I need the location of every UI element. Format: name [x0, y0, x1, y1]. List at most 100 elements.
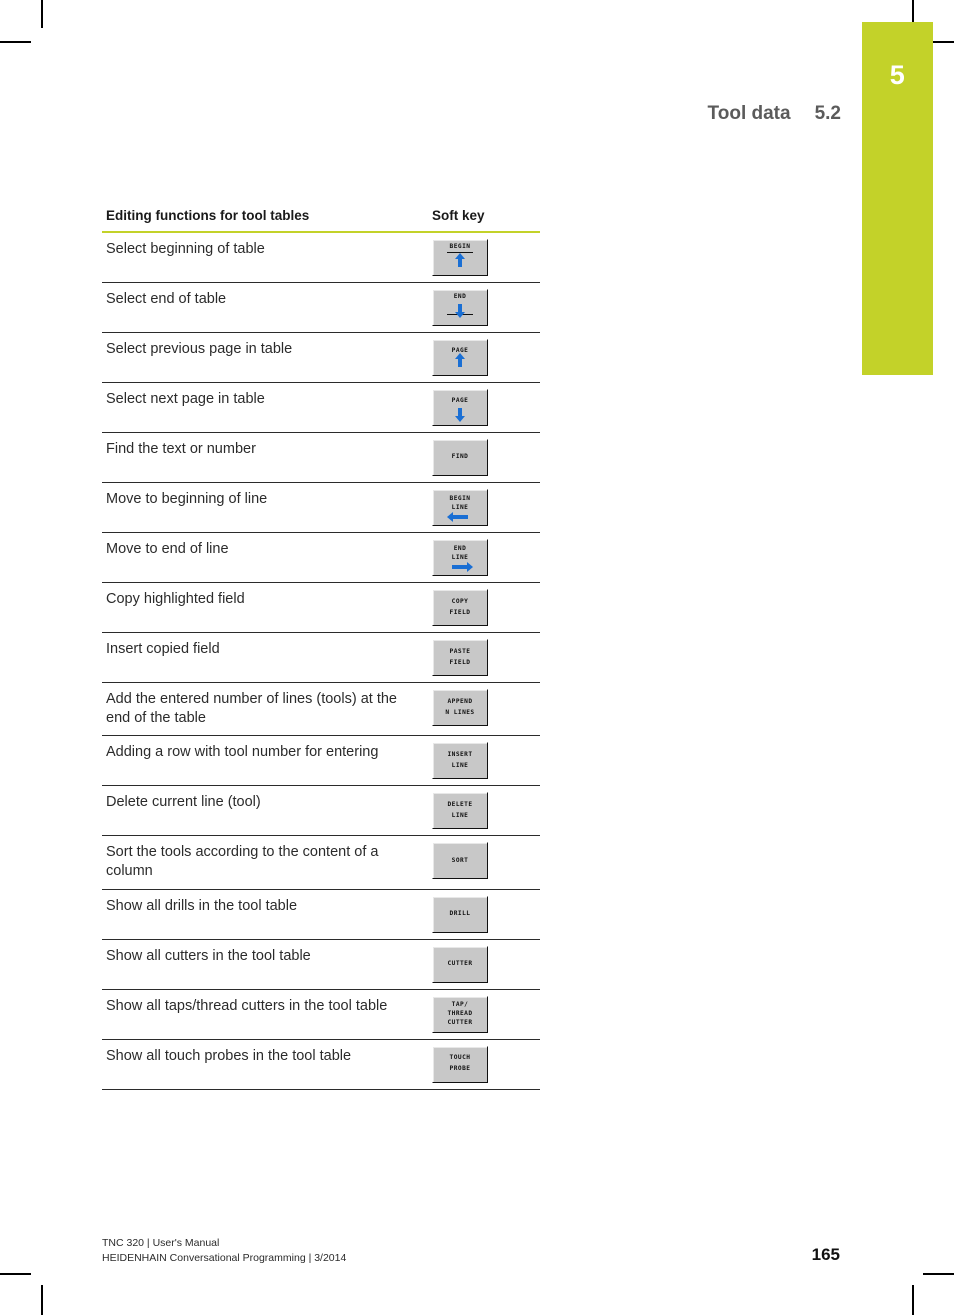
chapter-tab: 5: [862, 22, 933, 375]
begin-line-softkey[interactable]: BEGIN LINE: [432, 489, 488, 526]
row-description: Select beginning of table: [102, 232, 432, 283]
softkey-label-line: SORT: [451, 856, 469, 864]
crop-mark-bottom-right-horizontal: [923, 1273, 954, 1275]
row-softkey-cell: DRILL: [432, 889, 540, 940]
table-row: Copy highlighted field COPY FIELD: [102, 582, 540, 633]
row-description: Show all cutters in the tool table: [102, 939, 432, 990]
row-description: Select end of table: [102, 282, 432, 333]
row-description: Sort the tools according to the content …: [102, 835, 432, 890]
crop-mark-top-left-horizontal: [0, 41, 31, 43]
row-softkey-cell: CUTTER: [432, 939, 540, 990]
row-softkey-cell: PAGE: [432, 332, 540, 383]
softkey-label-line: END: [453, 293, 467, 300]
row-description: Insert copied field: [102, 632, 432, 683]
crop-mark-bottom-left-vertical: [41, 1285, 43, 1315]
row-softkey-cell: END LINE: [432, 532, 540, 583]
crop-mark-top-left-vertical: [41, 0, 43, 28]
softkey-label-line: DELETE: [447, 800, 473, 808]
row-description: Add the entered number of lines (tools) …: [102, 682, 432, 737]
table-row: Show all cutters in the tool table CUTTER: [102, 939, 540, 990]
softkey-label-line: LINE: [451, 812, 469, 820]
arrow-down-icon: [458, 303, 462, 313]
paste-field-softkey[interactable]: PASTE FIELD: [432, 639, 488, 676]
softkey-label-line: FIELD: [449, 608, 471, 616]
row-description: Show all drills in the tool table: [102, 889, 432, 940]
chapter-number: 5: [889, 60, 906, 90]
arrow-up-icon: [458, 257, 462, 267]
tap-thread-cutter-filter-softkey[interactable]: TAP/THREAD CUTTER: [432, 995, 488, 1033]
table-row: Show all taps/thread cutters in the tool…: [102, 989, 540, 1040]
softkey-label-line: TOUCH: [449, 1054, 471, 1062]
find-softkey[interactable]: FIND: [432, 439, 488, 476]
touch-probe-filter-softkey[interactable]: TOUCH PROBE: [432, 1045, 488, 1083]
table-row: Insert copied field PASTE FIELD: [102, 632, 540, 683]
delete-line-softkey[interactable]: DELETE LINE: [432, 792, 488, 830]
table-row: Add the entered number of lines (tools) …: [102, 682, 540, 737]
footer-line-2: HEIDENHAIN Conversational Programming | …: [102, 1251, 347, 1264]
softkey-label-line: LINE: [451, 553, 469, 561]
softkey-label-line: PROBE: [449, 1065, 471, 1073]
row-description: Copy highlighted field: [102, 582, 432, 633]
softkey-label-line: CUTTER: [447, 959, 473, 967]
row-description: Select next page in table: [102, 382, 432, 433]
softkey-label-line: DRILL: [449, 909, 471, 917]
row-description: Adding a row with tool number for enteri…: [102, 735, 432, 787]
arrow-left-icon: [452, 515, 468, 519]
table-body: Select beginning of table BEGIN Select end…: [102, 232, 540, 1090]
running-head-section-number: 5.2: [814, 103, 841, 124]
softkey-label-line: FIND: [451, 453, 469, 461]
row-softkey-cell: BEGIN LINE: [432, 482, 540, 533]
table-row: Select beginning of table BEGIN: [102, 232, 540, 283]
begin-of-table-softkey[interactable]: BEGIN: [432, 239, 488, 276]
row-description: Move to beginning of line: [102, 482, 432, 533]
softkey-label-line: THREAD: [447, 1009, 473, 1017]
softkey-label-line: CUTTER: [447, 1018, 473, 1026]
end-line-softkey[interactable]: END LINE: [432, 539, 488, 576]
softkey-label-line: INSERT: [447, 750, 473, 758]
page-number: 165: [811, 1245, 840, 1264]
editing-functions-table: Editing functions for tool tables Soft k…: [102, 208, 540, 1090]
insert-line-softkey[interactable]: INSERT LINE: [432, 742, 488, 780]
cutter-filter-softkey[interactable]: CUTTER: [432, 945, 488, 983]
row-softkey-cell: FIND: [432, 432, 540, 483]
append-n-lines-softkey[interactable]: APPEND N LINES: [432, 689, 488, 726]
softkey-label-line: COPY: [451, 597, 469, 605]
softkey-label-line: BEGIN: [449, 495, 471, 502]
softkey-label-line: PASTE: [449, 647, 471, 655]
softkey-label-line: LINE: [451, 503, 469, 511]
table-row: Show all touch probes in the tool table T…: [102, 1039, 540, 1090]
row-softkey-cell: APPEND N LINES: [432, 682, 540, 737]
page-down-softkey[interactable]: PAGE: [432, 389, 488, 426]
row-softkey-cell: PASTE FIELD: [432, 632, 540, 683]
softkey-label-line: END: [453, 545, 467, 552]
row-description: Delete current line (tool): [102, 785, 432, 837]
footer-imprint: TNC 320 | User's Manual HEIDENHAIN Conve…: [102, 1236, 346, 1266]
table-row: Select previous page in table PAGE: [102, 332, 540, 383]
row-softkey-cell: TAP/THREAD CUTTER: [432, 989, 540, 1040]
row-description: Show all touch probes in the tool table: [102, 1039, 432, 1090]
table-row: Show all drills in the tool table DRILL: [102, 889, 540, 940]
row-softkey-cell: DELETE LINE: [432, 785, 540, 837]
drill-filter-softkey[interactable]: DRILL: [432, 895, 488, 933]
page-up-softkey[interactable]: PAGE: [432, 339, 488, 376]
row-softkey-cell: BEGIN: [432, 232, 540, 283]
table-row: Sort the tools according to the content …: [102, 835, 540, 890]
row-description: Show all taps/thread cutters in the tool…: [102, 989, 432, 1040]
table-row: Move to end of line END LINE: [102, 532, 540, 583]
softkey-label-line: TAP/: [451, 1000, 469, 1008]
row-description: Select previous page in table: [102, 332, 432, 383]
softkey-label-line: LINE: [451, 762, 469, 770]
copy-field-softkey[interactable]: COPY FIELD: [432, 589, 488, 626]
sort-softkey[interactable]: SORT: [432, 842, 488, 880]
row-softkey-cell: END: [432, 282, 540, 333]
row-description: Move to end of line: [102, 532, 432, 583]
end-of-table-softkey[interactable]: END: [432, 289, 488, 326]
table-header: Editing functions for tool tables Soft k…: [102, 208, 540, 233]
row-softkey-cell: SORT: [432, 835, 540, 890]
table-row: Move to beginning of line BEGIN LINE: [102, 482, 540, 533]
column-header-description: Editing functions for tool tables: [102, 208, 432, 233]
footer-line-1: TNC 320 | User's Manual: [102, 1237, 220, 1249]
row-softkey-cell: INSERT LINE: [432, 735, 540, 787]
table-row: Select end of table END: [102, 282, 540, 333]
row-softkey-cell: TOUCH PROBE: [432, 1039, 540, 1090]
